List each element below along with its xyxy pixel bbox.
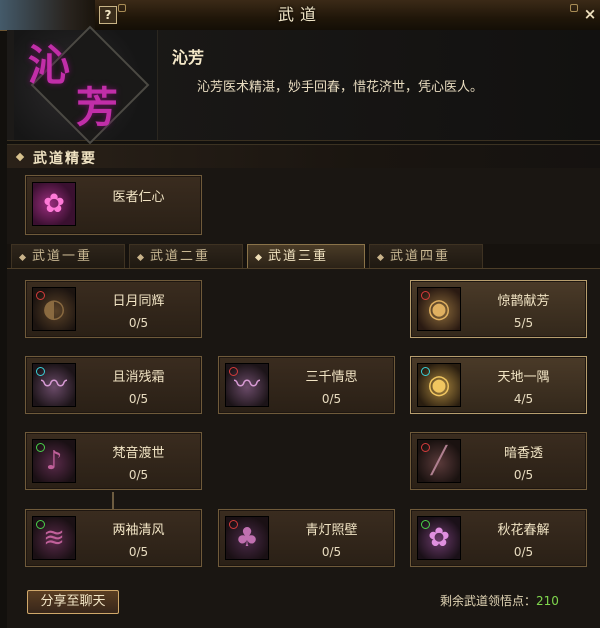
fragrance-icon: ╱ <box>417 439 461 483</box>
skill-card-qiexiao[interactable]: 〰 且消残霜 0/5 <box>25 356 202 414</box>
essentials-title: 武道精要 <box>33 151 97 167</box>
sun-moon-icon: ◐ <box>32 287 76 331</box>
tab-label: 武道四重 <box>390 249 451 264</box>
skill-name: 两袖清风 <box>112 523 165 538</box>
tab-tier-1[interactable]: 武道一重 <box>11 244 125 268</box>
essentials-section-header: 武道精要 <box>7 144 600 170</box>
skill-card-fanyin[interactable]: ♪ 梵音渡世 0/5 <box>25 432 202 490</box>
skill-card-jingyan[interactable]: ◉ 惊鹊献芳 5/5 <box>410 280 587 338</box>
earth-icon: ◉ <box>417 363 461 407</box>
sleeves-icon: ≋ <box>32 516 76 560</box>
tab-tier-2[interactable]: 武道二重 <box>129 244 243 268</box>
skill-name: 三千情思 <box>305 370 358 385</box>
portrait-calligraphy: 沁 芳 <box>28 44 148 134</box>
skill-card-qingdeng[interactable]: ♣ 青灯照壁 0/5 <box>218 509 395 567</box>
skill-level: 0/5 <box>128 545 149 559</box>
tab-tier-4[interactable]: 武道四重 <box>369 244 483 268</box>
threads-icon: 〰 <box>225 363 269 407</box>
heal-spirit-icon: ✿ <box>32 182 76 226</box>
lamp-icon: ♣ <box>225 516 269 560</box>
essential-skill-name: 医者仁心 <box>112 190 165 205</box>
character-description: 沁芳医术精湛，妙手回春，惜花济世，凭心医人。 <box>197 80 484 95</box>
tab-label: 武道一重 <box>32 249 93 264</box>
remaining-points-label: 剩余武道领悟点： <box>440 594 537 608</box>
skill-level: 5/5 <box>513 316 534 330</box>
skill-name: 暗香透 <box>503 446 543 461</box>
skill-name: 天地一隅 <box>497 370 550 385</box>
remaining-points-value: 210 <box>536 594 559 608</box>
chant-icon: ♪ <box>32 439 76 483</box>
calligraphy-char-1: 沁 <box>28 41 71 90</box>
close-button[interactable]: × <box>582 6 598 22</box>
section-bullet-icon <box>15 152 25 162</box>
character-portrait: 沁 芳 <box>14 25 158 145</box>
tab-label: 武道二重 <box>150 249 211 264</box>
tier-tabs: 武道一重 武道二重 武道三重 武道四重 <box>7 244 600 269</box>
character-name: 沁芳 <box>172 48 205 67</box>
frost-icon: 〰 <box>32 363 76 407</box>
tab-tier-3[interactable]: 武道三重 <box>247 244 365 268</box>
skill-name: 梵音渡世 <box>112 446 165 461</box>
skill-level: 4/5 <box>513 392 534 406</box>
skill-level: 0/5 <box>513 468 534 482</box>
tab-marker-icon <box>254 253 263 262</box>
calligraphy-char-2: 芳 <box>76 83 119 132</box>
character-header: 沁 芳 沁芳 沁芳医术精湛，妙手回春，惜花济世，凭心医人。 <box>7 25 600 145</box>
skill-card-riyue[interactable]: ◐ 日月同辉 0/5 <box>25 280 202 338</box>
skill-level: 0/5 <box>321 545 342 559</box>
skill-name: 秋花春解 <box>497 523 550 538</box>
skill-level: 0/5 <box>128 316 149 330</box>
skill-card-tiandi[interactable]: ◉ 天地一隅 4/5 <box>410 356 587 414</box>
share-to-chat-button[interactable]: 分享至聊天 <box>27 590 119 614</box>
skill-name: 青灯照壁 <box>305 523 358 538</box>
skill-level: 0/5 <box>128 468 149 482</box>
skill-tree-connector <box>112 492 114 510</box>
skill-card-anxiang[interactable]: ╱ 暗香透 0/5 <box>410 432 587 490</box>
skill-card-sanqian[interactable]: 〰 三千情思 0/5 <box>218 356 395 414</box>
tab-label: 武道三重 <box>268 249 329 264</box>
skill-name: 日月同辉 <box>112 294 165 309</box>
skill-name: 且消残霜 <box>112 370 165 385</box>
corner-ornament <box>570 4 578 12</box>
essential-skill-card[interactable]: ✿ 医者仁心 <box>25 175 202 235</box>
magpie-icon: ◉ <box>417 287 461 331</box>
remaining-points: 剩余武道领悟点：210 <box>440 592 559 609</box>
skill-level: 0/5 <box>513 545 534 559</box>
skill-level: 0/5 <box>128 392 149 406</box>
skill-level: 0/5 <box>321 392 342 406</box>
tab-marker-icon <box>376 253 385 262</box>
skill-card-qiuhua[interactable]: ✿ 秋花春解 0/5 <box>410 509 587 567</box>
skill-card-liangxiu[interactable]: ≋ 两袖清风 0/5 <box>25 509 202 567</box>
tab-marker-icon <box>18 253 27 262</box>
skill-name: 惊鹊献芳 <box>497 294 550 309</box>
blossom-icon: ✿ <box>417 516 461 560</box>
tab-marker-icon <box>136 253 145 262</box>
